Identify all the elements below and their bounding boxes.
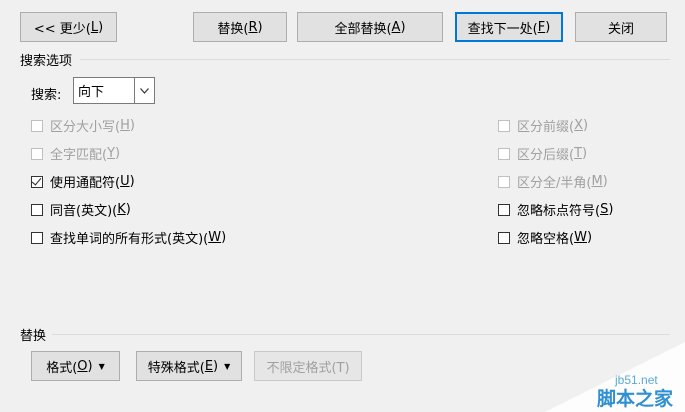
- ignore-punctuation-checkbox[interactable]: 忽略标点符号(S): [498, 200, 613, 219]
- match-case-checkbox[interactable]: 区分大小写(H): [31, 116, 135, 135]
- less-button[interactable]: << 更少(L): [20, 12, 117, 42]
- replace-all-button[interactable]: 全部替换(A): [297, 12, 443, 42]
- ignore-whitespace-checkbox[interactable]: 忽略空格(W): [498, 228, 592, 247]
- replace-section-label: 替换: [20, 329, 47, 344]
- checkbox-box: [498, 119, 510, 132]
- checkbox-box: [31, 147, 43, 160]
- chevron-down-icon[interactable]: [134, 78, 154, 103]
- checkbox-box: [498, 147, 510, 160]
- sounds-like-checkbox[interactable]: 同音(英文)(K): [31, 200, 131, 219]
- close-button[interactable]: 关闭: [575, 12, 667, 42]
- search-options-separator: [80, 59, 670, 60]
- search-direction-select[interactable]: 向下: [73, 77, 155, 104]
- format-button[interactable]: 格式(O) ▼: [31, 351, 120, 381]
- whole-word-checkbox[interactable]: 全字匹配(Y): [31, 144, 120, 163]
- replace-button[interactable]: 替换(R): [193, 12, 287, 42]
- jb51-watermark-logo: jb51.net 脚本之家: [545, 342, 685, 412]
- find-next-button[interactable]: 查找下一处(F): [455, 12, 563, 42]
- checkbox-box: [498, 231, 510, 244]
- all-word-forms-checkbox[interactable]: 查找单词的所有形式(英文)(W): [31, 228, 226, 247]
- search-direction-label: 搜索:: [31, 88, 62, 103]
- checkbox-box: [498, 175, 510, 188]
- checkbox-box: [31, 231, 43, 244]
- checkmark-icon: [31, 174, 42, 186]
- search-options-label: 搜索选项: [20, 54, 73, 69]
- checkbox-box: [31, 119, 43, 132]
- use-wildcards-checkbox[interactable]: 使用通配符(U): [31, 172, 135, 191]
- no-formatting-button[interactable]: 不限定格式(T): [254, 351, 362, 381]
- checkbox-box: [31, 174, 43, 188]
- checkbox-box: [498, 203, 510, 216]
- replace-section-separator: [52, 334, 670, 335]
- search-direction-value: 向下: [78, 85, 105, 100]
- watermark-site-text: jb51.net: [614, 373, 658, 387]
- watermark-name-text: 脚本之家: [597, 387, 674, 410]
- dropdown-triangle-icon: ▼: [98, 361, 105, 371]
- checkbox-box: [31, 203, 43, 216]
- special-format-button[interactable]: 特殊格式(E) ▼: [136, 351, 242, 381]
- dropdown-triangle-icon: ▼: [224, 361, 231, 371]
- full-half-width-checkbox[interactable]: 区分全/半角(M): [498, 172, 608, 191]
- match-prefix-checkbox[interactable]: 区分前缀(X): [498, 116, 588, 135]
- match-suffix-checkbox[interactable]: 区分后缀(T): [498, 144, 587, 163]
